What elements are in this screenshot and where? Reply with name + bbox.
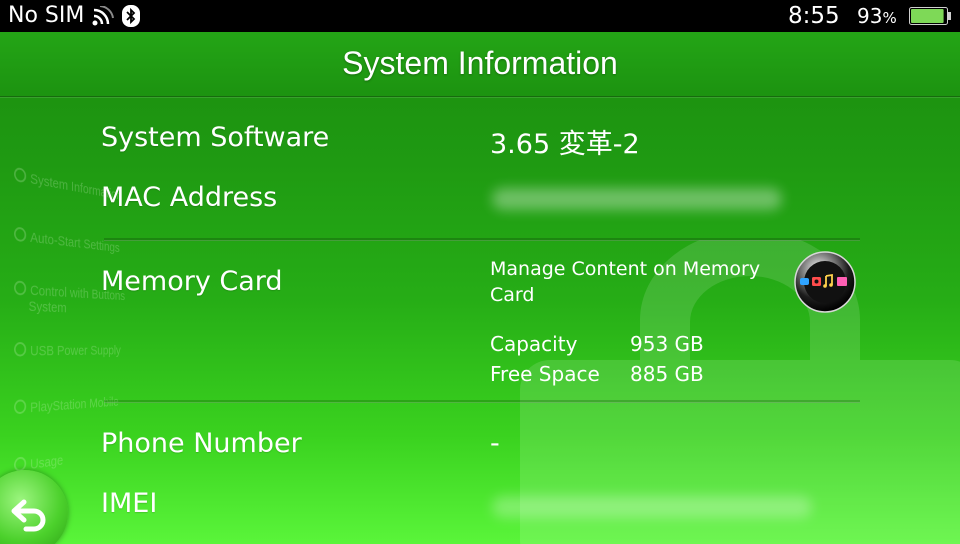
phone-number-label: Phone Number [101,428,302,459]
manage-content-link[interactable]: Manage Content on Memory Card [490,256,790,308]
imei-value-redacted [492,496,812,518]
free-space-label: Free Space [490,362,600,386]
wifi-signal-icon [92,6,114,26]
status-bar: No SIM 8:55 93% [0,0,960,32]
background-menu-item: USB Power Supply [14,342,121,359]
menu-bullet-icon [14,399,27,415]
background-menu-item: System [28,298,67,316]
system-software-label: System Software [101,122,330,153]
clock: 8:55 [788,3,840,29]
divider [104,400,860,403]
mac-address-value-redacted [492,188,782,210]
capacity-value: 953 GB [630,332,704,356]
system-information-screen: System Information Auto-Start Settings C… [0,0,960,544]
bluetooth-icon [122,5,140,27]
menu-bullet-icon [14,166,27,184]
battery-percentage-unit: % [882,9,897,27]
capacity-label: Capacity [490,332,578,356]
imei-label: IMEI [101,488,158,519]
menu-bullet-icon [14,226,27,243]
divider [104,238,860,241]
battery-percentage-value: 93 [857,4,883,28]
menu-bullet-icon [14,280,27,296]
header-bar: System Information [0,32,960,97]
phone-number-value: - [490,428,500,459]
background-menu-item: PlayStation Mobile [14,394,119,418]
page-title: System Information [342,45,618,81]
free-space-value: 885 GB [630,362,704,386]
background-menu-item: Auto-Start Settings [14,226,120,256]
system-software-value: 3.65 変革-2 [490,129,640,160]
battery-icon [909,7,951,25]
back-arrow-icon [11,499,46,532]
mac-address-label: MAC Address [101,182,278,213]
carrier-label: No SIM [8,3,85,28]
memory-card-label: Memory Card [101,266,283,297]
content-manager-icon[interactable] [794,251,856,313]
battery-percentage: 93% [857,0,897,32]
menu-bullet-icon [14,342,27,357]
